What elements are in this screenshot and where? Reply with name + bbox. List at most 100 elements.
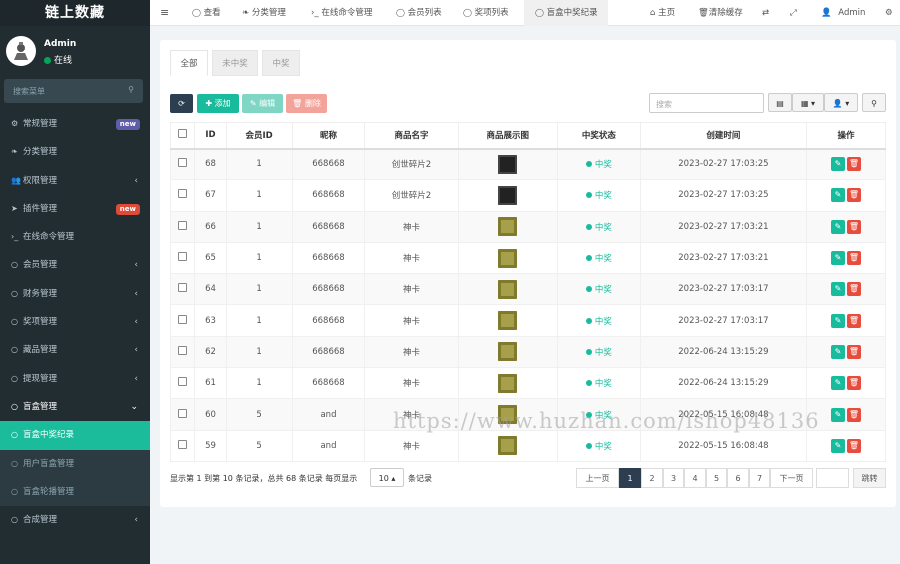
row-checkbox[interactable] [169,147,196,181]
sidebar-item-7[interactable]: ○ 奖项管理 ‹ [0,308,150,336]
page-6[interactable]: 6 [727,468,749,488]
row-checkbox[interactable] [169,367,196,400]
tab-all[interactable]: 全部 [170,50,208,76]
tab-member-list[interactable]: ◯ 会员列表 [396,0,442,26]
table-row[interactable]: 59 5 and 神卡 中奖 2022-05-15 16:08:48 ✎ 🗑 [169,429,887,462]
settings-gear-icon[interactable]: ⚙ [885,0,893,26]
tab-blindbox-records[interactable]: ◯ 盲盒中奖纪录 [524,0,608,26]
refresh-button[interactable]: ⟳ [170,94,193,113]
edit-row-icon[interactable]: ✎ [830,376,845,391]
table-row[interactable]: 64 1 668668 神卡 中奖 2023-02-27 17:03:17 ✎ 🗑 [169,273,887,306]
row-checkbox[interactable] [169,335,196,369]
sidebar-item-0[interactable]: ⚙ 常规管理 new [0,110,150,138]
col-product-name[interactable]: 商品名字 [364,122,459,150]
row-checkbox[interactable] [169,273,196,306]
clear-cache-button[interactable]: 🗑清除缓存 [698,0,743,26]
jump-page-input[interactable] [816,468,849,488]
sidebar-item-13[interactable]: ○ 盲盒轮播管理 [0,477,150,507]
sidebar-item-10[interactable]: ○ 盲盒管理 ⌄ [0,393,150,421]
add-button[interactable]: ✚ 添加 [197,94,239,113]
product-thumbnail[interactable] [498,185,518,205]
delete-button[interactable]: 🗑 删除 [286,94,327,113]
next-page-button[interactable]: 下一页 [770,468,813,488]
page-7[interactable]: 7 [749,468,770,488]
page-1[interactable]: 1 [619,468,641,488]
menu-toggle-icon[interactable]: ≡ [160,0,169,26]
edit-row-icon[interactable]: ✎ [830,344,845,359]
sidebar-item-14[interactable]: ○ 合成管理 ‹ [0,506,150,534]
select-all-checkbox[interactable] [169,122,196,150]
col-nickname[interactable]: 昵称 [291,122,366,150]
edit-row-icon[interactable]: ✎ [830,188,845,203]
delete-row-icon[interactable]: 🗑 [846,282,861,297]
cell-image[interactable] [457,147,558,181]
sidebar-item-11[interactable]: ○ 盲盒中奖纪录 [0,421,150,450]
cell-image[interactable] [457,210,558,243]
edit-row-icon[interactable]: ✎ [830,438,845,453]
table-search-input[interactable]: 搜索 [649,93,764,113]
sidebar-search-input[interactable]: 搜索菜单 ⚲ [4,79,143,103]
delete-row-icon[interactable]: 🗑 [846,157,861,172]
product-thumbnail[interactable] [498,279,518,299]
delete-row-icon[interactable]: 🗑 [846,313,861,328]
sidebar-item-6[interactable]: ○ 财务管理 ‹ [0,280,150,308]
tab-not-won[interactable]: 未中奖 [212,50,258,76]
product-thumbnail[interactable] [498,248,518,268]
product-thumbnail[interactable] [498,373,518,393]
prev-page-button[interactable]: 上一页 [576,468,619,488]
jump-button[interactable]: 跳转 [853,468,886,488]
cell-image[interactable] [457,179,558,212]
edit-row-icon[interactable]: ✎ [830,282,845,297]
sidebar-item-8[interactable]: ○ 藏品管理 ‹ [0,336,150,364]
col-id[interactable]: ID [194,122,227,150]
sidebar-item-2[interactable]: 👥 权限管理 ‹ [0,167,150,195]
cell-image[interactable] [457,304,558,337]
delete-row-icon[interactable]: 🗑 [846,219,861,234]
cell-image[interactable] [457,367,558,400]
row-checkbox[interactable] [169,210,196,243]
page-size-select[interactable]: 10 ▴ [370,468,404,487]
advanced-search-icon[interactable]: ⚲ [862,93,886,112]
table-row[interactable]: 65 1 668668 神卡 中奖 2023-02-27 17:03:21 ✎ 🗑 [169,241,887,275]
tab-prize-list[interactable]: ◯ 奖项列表 [463,0,509,26]
sidebar-item-12[interactable]: ○ 用户盲盒管理 [0,449,150,478]
export-dropdown-icon[interactable]: 👤 ▾ [824,93,858,112]
toggle-view-icon[interactable]: ▤ [768,93,792,112]
edit-row-icon[interactable]: ✎ [830,157,845,172]
page-2[interactable]: 2 [641,468,663,488]
tab-won[interactable]: 中奖 [262,50,300,76]
tab-command[interactable]: ›_ 在线命令管理 [311,0,372,26]
page-3[interactable]: 3 [663,468,684,488]
edit-row-icon[interactable]: ✎ [830,407,845,422]
delete-row-icon[interactable]: 🗑 [846,251,861,266]
col-product-image[interactable]: 商品展示图 [457,122,558,150]
product-thumbnail[interactable] [498,217,518,237]
page-5[interactable]: 5 [706,468,727,488]
tab-view[interactable]: ◯ 查看 [192,0,221,26]
row-checkbox[interactable] [169,241,196,275]
delete-row-icon[interactable]: 🗑 [846,376,861,391]
home-link[interactable]: ⌂ 主页 [650,0,675,26]
product-thumbnail[interactable] [498,311,518,331]
product-thumbnail[interactable] [498,436,518,456]
cell-image[interactable] [457,273,558,306]
table-row[interactable]: 61 1 668668 神卡 中奖 2022-06-24 13:15:29 ✎ 🗑 [169,367,887,400]
table-row[interactable]: 62 1 668668 神卡 中奖 2022-06-24 13:15:29 ✎ 🗑 [169,335,887,369]
sidebar-item-1[interactable]: ❧ 分类管理 [0,138,150,166]
columns-dropdown-icon[interactable]: ▦ ▾ [792,93,824,112]
col-status[interactable]: 中奖状态 [556,122,641,150]
delete-row-icon[interactable]: 🗑 [846,344,861,359]
row-checkbox[interactable] [169,179,196,212]
cell-image[interactable] [457,241,558,275]
delete-row-icon[interactable]: 🗑 [846,438,861,453]
product-thumbnail[interactable] [498,154,518,174]
edit-button[interactable]: ✎ 编辑 [242,94,283,113]
tab-category[interactable]: ❧ 分类管理 [242,0,286,26]
table-row[interactable]: 67 1 668668 创世碎片2 中奖 2023-02-27 17:03:25 ✎ 🗑 [169,179,887,212]
language-icon[interactable]: ⇄ [762,0,769,26]
row-checkbox[interactable] [169,429,196,462]
sidebar-item-9[interactable]: ○ 提现管理 ‹ [0,365,150,393]
row-checkbox[interactable] [169,398,196,431]
product-thumbnail[interactable] [498,342,518,362]
cell-image[interactable] [457,335,558,369]
